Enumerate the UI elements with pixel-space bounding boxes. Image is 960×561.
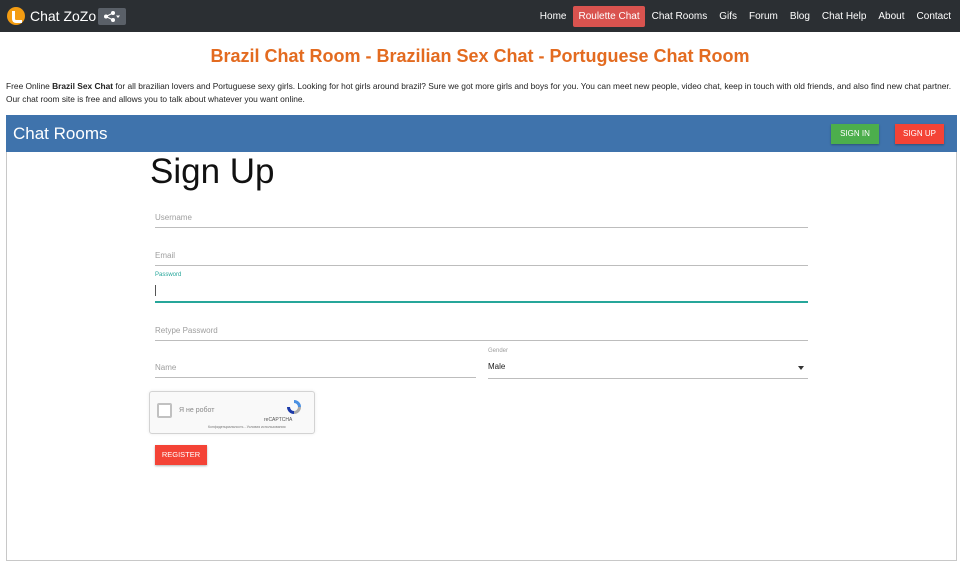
register-button[interactable]: REGISTER bbox=[155, 445, 207, 465]
username-field[interactable]: Username bbox=[155, 208, 808, 228]
gender-value: Male bbox=[488, 362, 506, 371]
top-navbar: Chat ZoZo Home Roulette Chat Chat Rooms … bbox=[0, 0, 960, 32]
email-placeholder: Email bbox=[155, 251, 176, 260]
intro-bold: Brazil Sex Chat bbox=[52, 81, 114, 91]
recaptcha-checkbox[interactable] bbox=[157, 403, 172, 418]
caret-down-icon bbox=[798, 366, 804, 370]
name-field[interactable]: Name bbox=[155, 358, 476, 378]
chatzozo-logo-icon bbox=[7, 7, 25, 25]
recaptcha-terms[interactable]: Конфиденциальность - Условия использован… bbox=[208, 425, 285, 429]
recaptcha-label: Я не робот bbox=[179, 407, 215, 414]
share-icon bbox=[104, 11, 120, 22]
nav-item-forum[interactable]: Forum bbox=[744, 6, 783, 27]
brand-name: Chat ZoZo bbox=[30, 8, 97, 24]
nav-item-contact[interactable]: Contact bbox=[912, 6, 956, 27]
gender-select[interactable]: Male bbox=[488, 357, 808, 379]
panel-header: Chat Rooms SIGN IN SIGN UP bbox=[6, 115, 957, 152]
nav-menu: Home Roulette Chat Chat Rooms Gifs Forum… bbox=[533, 6, 956, 27]
name-placeholder: Name bbox=[155, 363, 177, 372]
signup-title: Sign Up bbox=[150, 152, 275, 191]
password-field[interactable] bbox=[155, 283, 808, 303]
intro-prefix: Free Online bbox=[6, 81, 53, 91]
recaptcha-widget: Я не робот reCAPTCHA Конфиденциальность … bbox=[149, 391, 315, 434]
gender-label: Gender bbox=[488, 348, 509, 354]
intro-paragraph: Free Online Brazil Sex Chat for all braz… bbox=[6, 80, 954, 106]
text-cursor bbox=[155, 285, 156, 296]
nav-item-blog[interactable]: Blog bbox=[785, 6, 815, 27]
username-placeholder: Username bbox=[155, 213, 192, 222]
sign-in-button[interactable]: SIGN IN bbox=[831, 124, 879, 144]
recaptcha-logo-icon bbox=[287, 400, 301, 414]
retype-password-field[interactable]: Retype Password bbox=[155, 321, 808, 341]
nav-item-chat-help[interactable]: Chat Help bbox=[817, 6, 871, 27]
share-dropdown-button[interactable] bbox=[98, 8, 126, 25]
nav-item-home[interactable]: Home bbox=[535, 6, 572, 27]
password-label: Password bbox=[155, 272, 182, 278]
nav-item-chat-rooms[interactable]: Chat Rooms bbox=[647, 6, 713, 27]
panel-title: Chat Rooms bbox=[13, 124, 108, 143]
nav-item-gifs[interactable]: Gifs bbox=[714, 6, 742, 27]
intro-rest: for all brazilian lovers and Portuguese … bbox=[6, 81, 952, 104]
nav-item-about[interactable]: About bbox=[873, 6, 909, 27]
email-field[interactable]: Email bbox=[155, 246, 808, 266]
retype-password-placeholder: Retype Password bbox=[155, 326, 218, 335]
sign-up-button[interactable]: SIGN UP bbox=[895, 124, 944, 144]
nav-item-roulette-chat[interactable]: Roulette Chat bbox=[573, 6, 645, 27]
recaptcha-brand: reCAPTCHA bbox=[264, 417, 293, 423]
brand-link[interactable]: Chat ZoZo bbox=[7, 6, 96, 26]
page-title: Brazil Chat Room - Brazilian Sex Chat - … bbox=[210, 46, 750, 66]
